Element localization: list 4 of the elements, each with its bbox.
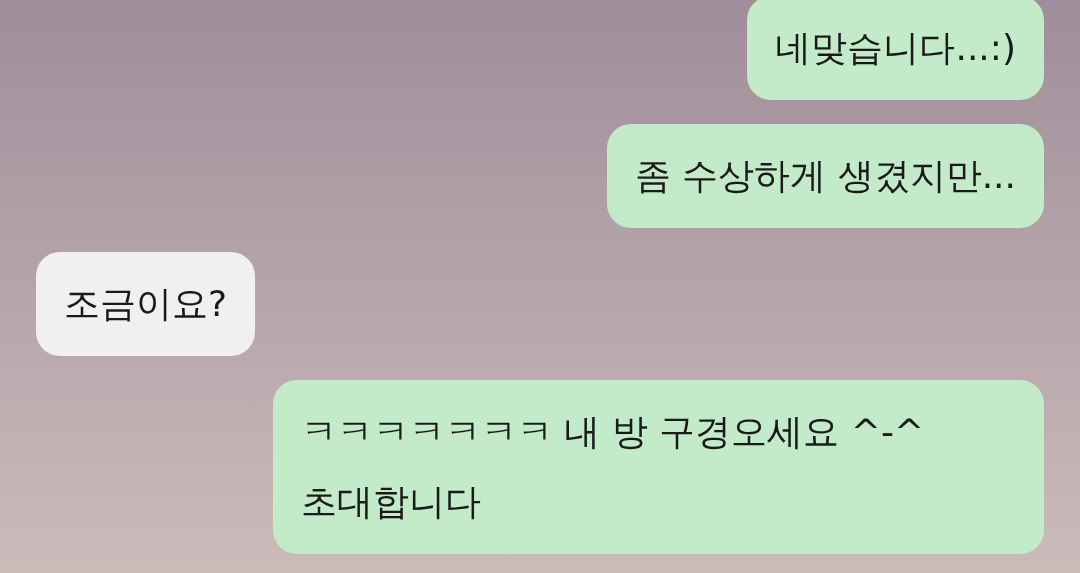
sent-message-bubble: 네맞습니다...:) (747, 0, 1044, 100)
sent-message-bubble: 좀 수상하게 생겼지만... (606, 124, 1044, 228)
sent-message-bubble: ㅋㅋㅋㅋㅋㅋㅋ 내 방 구경오세요 ^-^초대합니다 (273, 380, 1044, 554)
received-message-bubble: 조금이요? (36, 252, 256, 356)
